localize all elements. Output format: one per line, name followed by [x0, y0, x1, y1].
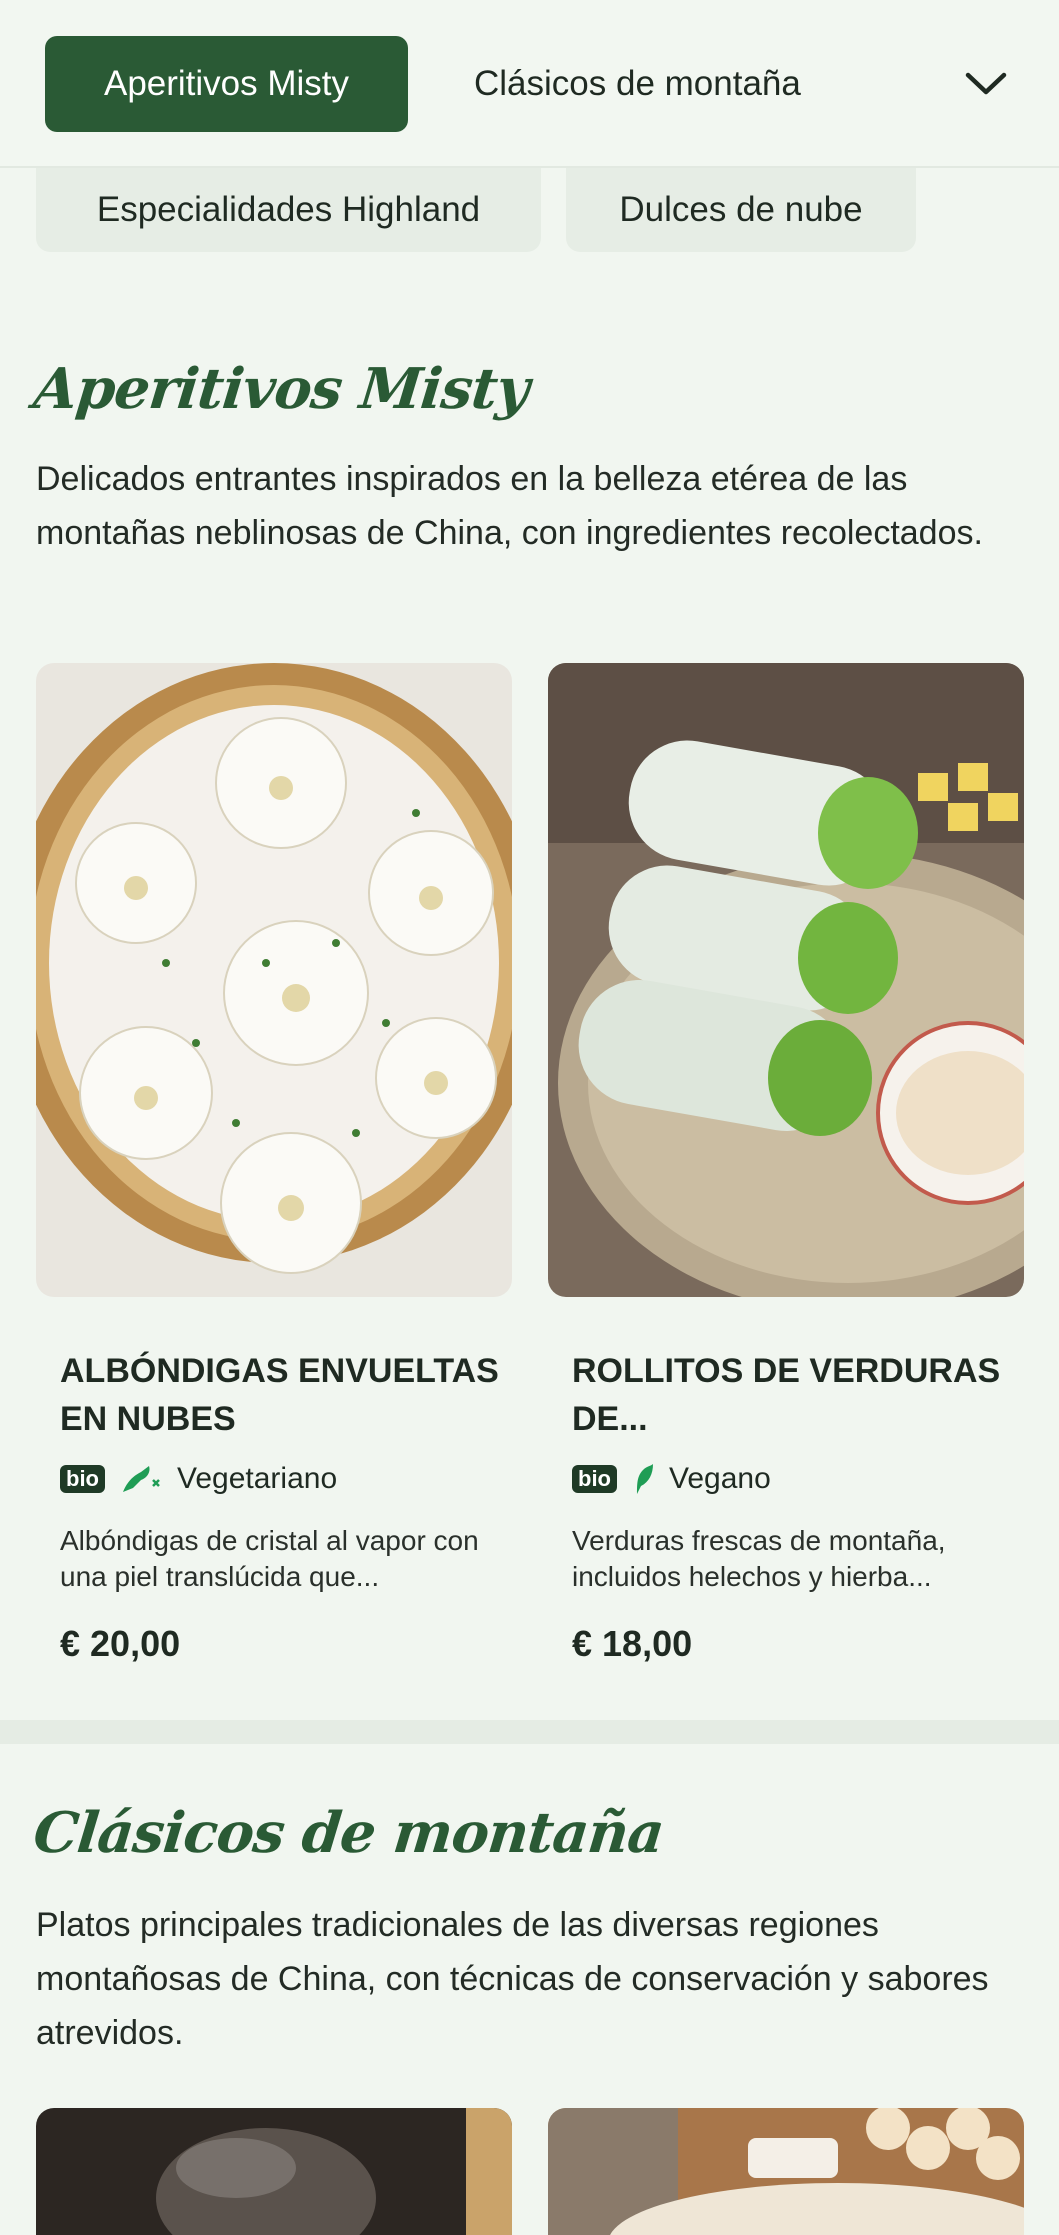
veggie-rolls-photo [548, 663, 1024, 1297]
item-price: € 20,00 [60, 1623, 181, 1664]
item-name: ROLLITOS DE VERDURAS DE... [572, 1352, 1001, 1438]
vegetarian-icon [119, 1462, 163, 1496]
item-price: € 18,00 [572, 1623, 693, 1664]
menu-item-card[interactable]: ALBÓNDIGAS ENVUELTAS EN NUBES bio Vegeta… [36, 663, 512, 1683]
tab-dulces-de-nube[interactable]: Dulces de nube [566, 168, 916, 252]
section-title: Clásicos de montaña [30, 1800, 667, 1866]
section-title: Aperitivos Misty [30, 356, 532, 422]
bio-badge: bio [60, 1465, 105, 1493]
section-description: Platos principales tradicionales de las … [36, 1906, 989, 2052]
item-name: ALBÓNDIGAS ENVUELTAS EN NUBES [60, 1352, 499, 1438]
tab-especialidades-highland[interactable]: Especialidades Highland [36, 168, 541, 252]
dish-photo [548, 2108, 1024, 2235]
item-description: Albóndigas de cristal al vapor con una p… [60, 1525, 479, 1592]
item-tags: bio Vegetariano [60, 1461, 337, 1497]
category-nav: Aperitivos Misty Clásicos de montaña [0, 0, 1059, 168]
tab-clasicos-de-montana[interactable]: Clásicos de montaña [440, 36, 835, 132]
tab-aperitivos-misty[interactable]: Aperitivos Misty [45, 36, 408, 132]
menu-item-card[interactable]: ROLLITOS DE VERDURAS DE... bio Vegano Ve… [548, 663, 1024, 1683]
section-description: Delicados entrantes inspirados en la bel… [36, 460, 983, 552]
bio-badge: bio [572, 1465, 617, 1493]
dish-photo [36, 2108, 512, 2235]
diet-label: Vegano [669, 1462, 771, 1495]
chevron-down-icon[interactable] [960, 58, 1012, 110]
section-divider [0, 1720, 1059, 1744]
leaf-icon [631, 1462, 655, 1496]
item-description: Verduras frescas de montaña, incluidos h… [572, 1525, 946, 1592]
item-tags: bio Vegano [572, 1461, 771, 1497]
diet-label: Vegetariano [177, 1462, 338, 1495]
dumplings-photo [36, 663, 512, 1297]
